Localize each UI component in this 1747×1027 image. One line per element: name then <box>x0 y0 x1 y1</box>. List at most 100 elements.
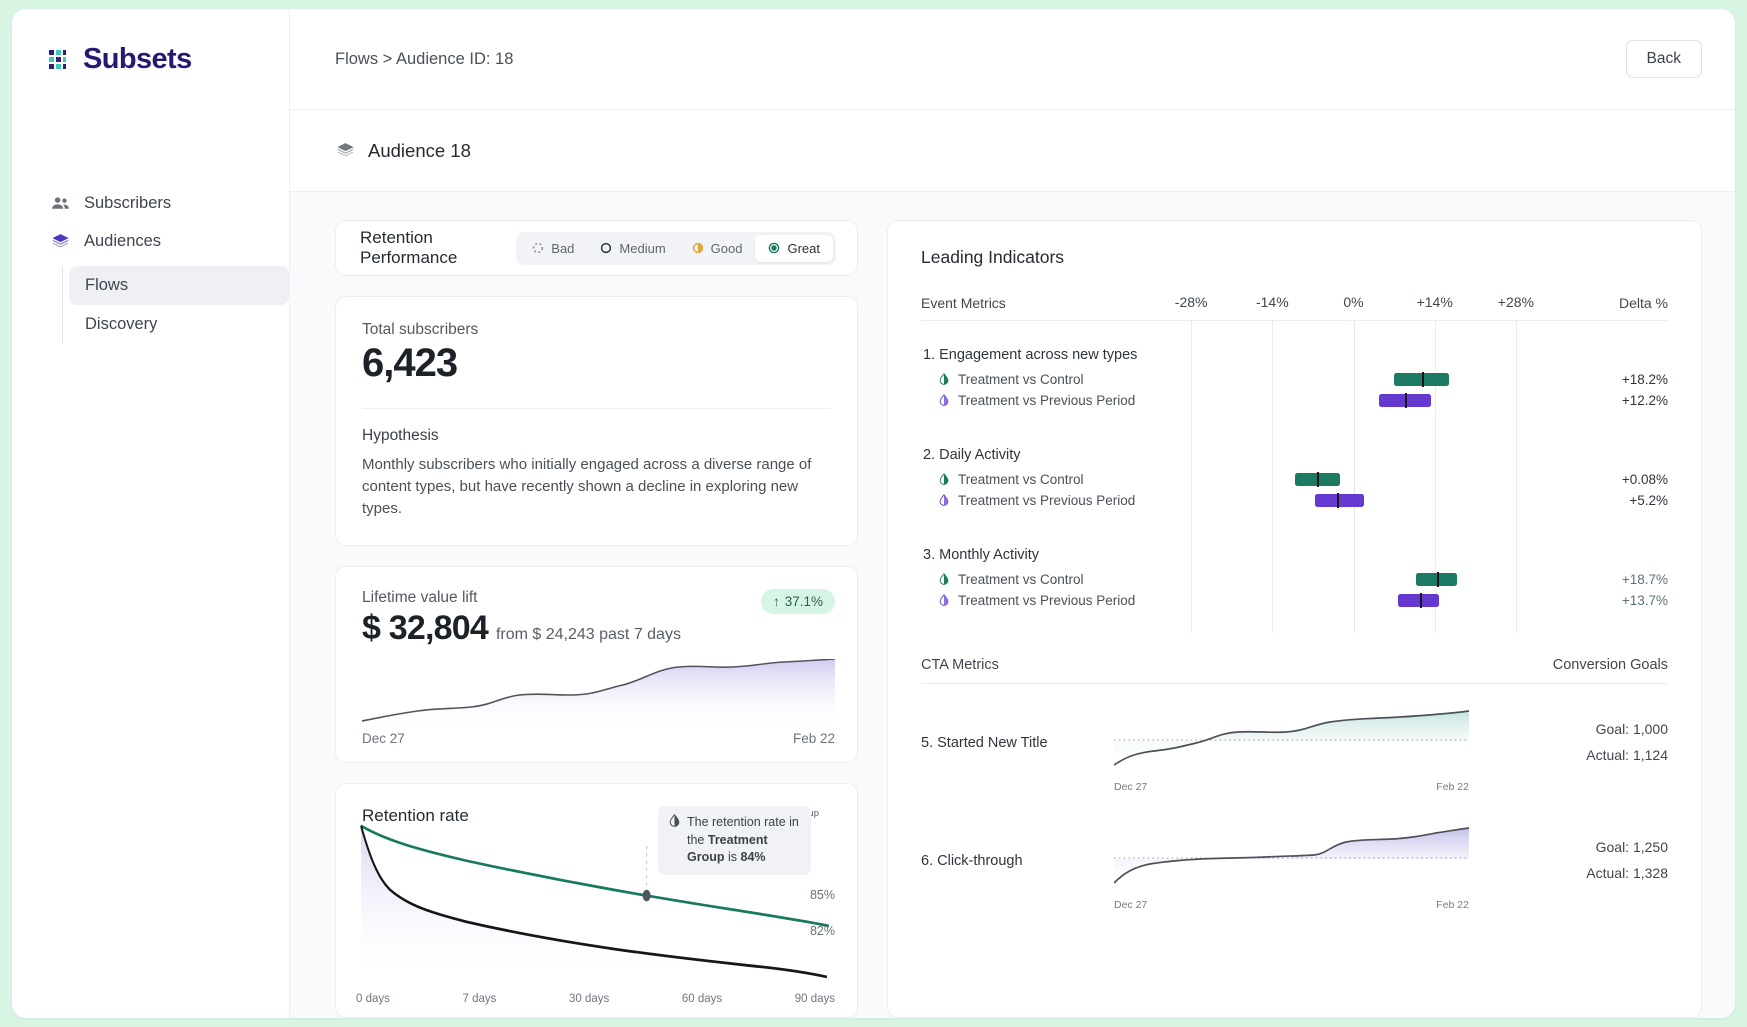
lifetime-value-label: Lifetime value lift <box>362 589 681 607</box>
tooltip-text: The retention rate in the Treatment Grou… <box>687 814 800 867</box>
main-area: Flows > Audience ID: 18 Back Audience 18… <box>290 9 1735 1018</box>
segment-label: Great <box>787 241 820 256</box>
lifetime-value-header: Lifetime value lift $ 32,804 from $ 24,2… <box>336 589 857 648</box>
leading-indicators-body: 1. Engagement across new types Treatment… <box>921 321 1668 633</box>
comparison-label-wrap: Treatment vs Control <box>921 572 1137 587</box>
axis-tick: 0% <box>1343 294 1363 310</box>
dashed-circle-icon <box>532 242 544 254</box>
comparison-delta: +18.7% <box>1570 572 1668 587</box>
sidebar: Subsets Subscribers <box>12 9 290 1018</box>
center-tick <box>1337 493 1339 508</box>
content: Retention Performance Bad <box>290 192 1735 1018</box>
comparison-label: Treatment vs Control <box>958 372 1084 387</box>
brand[interactable]: Subsets <box>12 43 289 76</box>
right-column: Leading Indicators Event Metrics -28% -1… <box>887 220 1702 1018</box>
lifetime-value-amount: $ 32,804 <box>362 609 488 648</box>
cta-name: 5. Started New Title <box>921 735 1114 751</box>
sidebar-item-audiences[interactable]: Audiences <box>12 222 289 260</box>
axis-tick: -28% <box>1175 294 1208 310</box>
layers-icon <box>50 231 70 251</box>
comparison-label-wrap: Treatment vs Control <box>921 472 1137 487</box>
center-tick <box>1317 472 1319 487</box>
comparison-track <box>1137 369 1570 390</box>
axis-tick: +28% <box>1498 294 1534 310</box>
sidebar-item-flows[interactable]: Flows <box>69 266 289 305</box>
confidence-bar <box>1315 494 1364 507</box>
cta-name: 6. Click-through <box>921 853 1114 869</box>
sidebar-item-subscribers[interactable]: Subscribers <box>12 184 289 222</box>
droplet-icon <box>939 573 950 586</box>
delta-header: Delta % <box>1570 295 1668 311</box>
segment-label: Bad <box>551 241 574 256</box>
total-subscribers-card: Total subscribers 6,423 Hypothesis Month… <box>335 296 858 546</box>
retention-performance-title: Retention Performance <box>360 228 516 268</box>
center-tick <box>1422 372 1424 387</box>
comparison-delta: +12.2% <box>1570 393 1668 408</box>
comparison-delta: +13.7% <box>1570 593 1668 608</box>
total-subscribers-label: Total subscribers <box>362 321 831 339</box>
x-tick: 30 days <box>569 993 609 1005</box>
lifetime-value-chart <box>362 659 835 727</box>
metric-group: 1. Engagement across new types Treatment… <box>921 321 1668 411</box>
comparison-label: Treatment vs Control <box>958 472 1084 487</box>
cta-metrics-label: CTA Metrics <box>921 657 999 673</box>
leading-indicators-card: Leading Indicators Event Metrics -28% -1… <box>887 220 1702 1018</box>
retention-rate-card: Retention rate Treatment Group Control G… <box>335 783 858 1018</box>
chart-start-date: Dec 27 <box>362 731 405 746</box>
filled-circle-icon <box>768 242 780 254</box>
segment-good[interactable]: Good <box>679 235 756 262</box>
cta-goals: Goal: 1,250 Actual: 1,328 <box>1469 835 1668 887</box>
droplet-icon <box>939 594 950 607</box>
comparison-delta: +5.2% <box>1570 493 1668 508</box>
comparison-track <box>1137 390 1570 411</box>
grid-blocks-icon <box>46 47 72 73</box>
cta-goal: Goal: 1,000 <box>1469 717 1668 743</box>
metric-group: 3. Monthly Activity Treatment vs Control <box>921 511 1668 611</box>
segment-great[interactable]: Great <box>755 235 833 262</box>
metric-name: 1. Engagement across new types <box>921 347 1668 363</box>
retention-rate-x-axis: 0 days 7 days 30 days 60 days 90 days <box>356 993 835 1005</box>
comparison-label-wrap: Treatment vs Control <box>921 372 1137 387</box>
segment-label: Good <box>711 241 743 256</box>
conversion-goals-label: Conversion Goals <box>1553 657 1668 673</box>
axis-ticks: -28% -14% 0% +14% +28% <box>1137 294 1570 311</box>
confidence-bar <box>1416 573 1456 586</box>
sidebar-item-label: Subscribers <box>84 194 171 213</box>
cta-row: 5. Started New Title <box>921 684 1668 802</box>
arrow-up-icon: ↑ <box>773 594 780 609</box>
comparison-label: Treatment vs Control <box>958 572 1084 587</box>
comparison-label: Treatment vs Previous Period <box>958 393 1135 408</box>
droplet-icon <box>669 814 680 827</box>
cta-row: 6. Click-through <box>921 802 1668 920</box>
chart-end-date: Feb 22 <box>1436 781 1469 793</box>
divider <box>362 408 831 409</box>
x-tick: 90 days <box>795 993 835 1005</box>
comparison-row: Treatment vs Control +18.7% <box>921 569 1668 590</box>
metric-name: 3. Monthly Activity <box>921 547 1668 563</box>
axis-tick: +14% <box>1417 294 1453 310</box>
people-icon <box>50 193 70 213</box>
metric-name: 2. Daily Activity <box>921 447 1668 463</box>
chart-end-date: Feb 22 <box>1436 899 1469 911</box>
tooltip-value: 84% <box>741 850 766 864</box>
breadcrumb[interactable]: Flows > Audience ID: 18 <box>335 50 513 69</box>
comparison-label-wrap: Treatment vs Previous Period <box>921 393 1137 408</box>
segment-bad[interactable]: Bad <box>519 235 587 262</box>
comparison-track <box>1137 469 1570 490</box>
confidence-bar <box>1394 373 1449 386</box>
segment-medium[interactable]: Medium <box>587 235 678 262</box>
cta-actual: Actual: 1,328 <box>1469 861 1668 887</box>
chart-start-date: Dec 27 <box>1114 781 1147 793</box>
back-button[interactable]: Back <box>1626 40 1702 78</box>
retention-performance-segmented-control[interactable]: Bad Medium <box>516 232 836 265</box>
x-tick: 7 days <box>462 993 496 1005</box>
total-subscribers-value: 6,423 <box>362 341 831 386</box>
badge-value: 37.1% <box>785 594 823 609</box>
sidebar-item-discovery[interactable]: Discovery <box>69 305 289 344</box>
tooltip-line2: is <box>728 850 737 864</box>
cta-chart-click-through: Dec 27 Feb 22 <box>1114 827 1469 895</box>
hypothesis-title: Hypothesis <box>362 427 831 445</box>
comparison-row: Treatment vs Previous Period +13.7% <box>921 590 1668 611</box>
comparison-label: Treatment vs Previous Period <box>958 593 1135 608</box>
brand-name: Subsets <box>83 43 192 76</box>
